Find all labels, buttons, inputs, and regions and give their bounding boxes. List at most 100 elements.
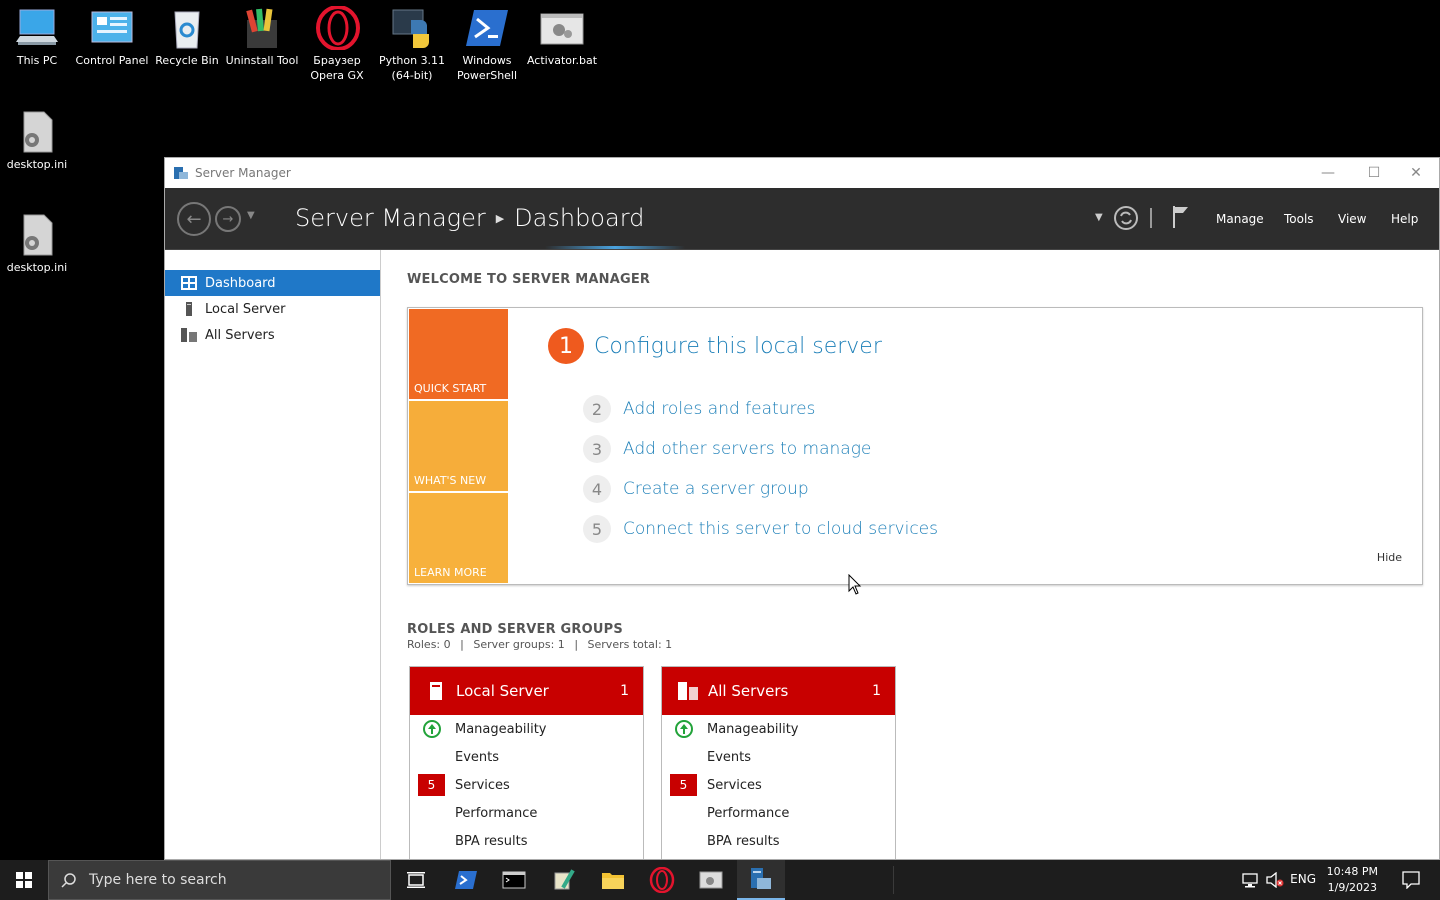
minimize-button[interactable]: — xyxy=(1305,158,1351,188)
network-icon[interactable] xyxy=(1242,872,1260,892)
card-row-manageability[interactable]: Manageability xyxy=(662,715,895,743)
server-icon xyxy=(181,302,197,316)
step-link[interactable]: Add other servers to manage xyxy=(623,439,871,459)
taskbar-opera-gx[interactable] xyxy=(638,860,686,900)
card-row-bpa-results[interactable]: BPA results xyxy=(410,827,643,855)
back-button[interactable]: ← xyxy=(177,202,211,236)
batch-file-icon xyxy=(539,6,585,50)
menu-view[interactable]: View xyxy=(1338,212,1366,226)
desktop-icon-control-panel[interactable]: Control Panel xyxy=(75,0,149,68)
desktop-icon-desktop-ini-2[interactable]: desktop.ini xyxy=(0,207,74,275)
welcome-panel: QUICK START WHAT'S NEW LEARN MORE 1 Conf… xyxy=(407,307,1423,585)
dashboard-icon xyxy=(181,276,197,290)
desktop-icon-opera-gx[interactable]: Браузер Opera GX xyxy=(300,0,374,83)
step-link[interactable]: Configure this local server xyxy=(594,334,882,359)
forward-button[interactable]: → xyxy=(215,206,241,232)
row-label: Manageability xyxy=(455,721,547,737)
sidebar-item-all-servers[interactable]: All Servers xyxy=(165,322,380,348)
status-ok-icon xyxy=(418,718,445,740)
card-row-events[interactable]: Events xyxy=(410,743,643,771)
menu-manage[interactable]: Manage xyxy=(1216,212,1264,226)
card-title: Local Server xyxy=(456,682,549,700)
tile-whats-new[interactable]: WHAT'S NEW xyxy=(409,401,508,491)
card-row-events[interactable]: Events xyxy=(662,743,895,771)
taskbar-search-box[interactable]: Type here to search xyxy=(48,860,391,900)
desktop-icon-recycle-bin[interactable]: Recycle Bin xyxy=(150,0,224,68)
step-create-group[interactable]: 4 Create a server group xyxy=(583,475,809,503)
row-label: Events xyxy=(455,749,500,765)
sidebar-item-dashboard[interactable]: Dashboard xyxy=(165,270,380,296)
taskbar-server-manager[interactable] xyxy=(737,860,785,900)
step-link[interactable]: Create a server group xyxy=(623,479,809,499)
server-icon xyxy=(426,682,446,700)
step-cloud-services[interactable]: 5 Connect this server to cloud services xyxy=(583,515,938,543)
step-link[interactable]: Connect this server to cloud services xyxy=(623,519,938,539)
menu-help[interactable]: Help xyxy=(1391,212,1418,226)
taskbar-powershell[interactable] xyxy=(442,860,490,900)
card-header[interactable]: All Servers 1 xyxy=(662,667,895,715)
breadcrumb-current: Dashboard xyxy=(514,204,645,232)
card-row-performance[interactable]: Performance xyxy=(662,799,895,827)
hide-link[interactable]: Hide xyxy=(1377,551,1402,564)
sidebar-item-local-server[interactable]: Local Server xyxy=(165,296,380,322)
breadcrumb-root[interactable]: Server Manager xyxy=(295,204,486,232)
start-button[interactable] xyxy=(0,860,48,900)
refresh-button[interactable] xyxy=(1113,205,1139,235)
powershell-icon xyxy=(464,6,510,50)
server-groups-count: Server groups: 1 xyxy=(473,638,565,651)
desktop-icon-powershell[interactable]: Windows PowerShell xyxy=(450,0,524,83)
step-add-roles[interactable]: 2 Add roles and features xyxy=(583,395,815,423)
card-row-manageability[interactable]: Manageability xyxy=(410,715,643,743)
dashboard-content: WELCOME TO SERVER MANAGER QUICK START WH… xyxy=(382,250,1439,859)
terminal-icon xyxy=(502,871,526,889)
servers-total-count: Servers total: 1 xyxy=(587,638,673,651)
title-bar[interactable]: Server Manager — ☐ ✕ xyxy=(165,158,1439,188)
card-row-services[interactable]: 5 Services xyxy=(410,771,643,799)
step-configure-local-server[interactable]: 1 Configure this local server xyxy=(548,328,882,364)
taskbar-command-prompt[interactable] xyxy=(490,860,538,900)
welcome-title: WELCOME TO SERVER MANAGER xyxy=(407,272,651,287)
desktop-icon-activator[interactable]: Activator.bat xyxy=(525,0,599,68)
desktop-icon-uninstall-tool[interactable]: Uninstall Tool xyxy=(225,0,299,68)
history-dropdown[interactable]: ▼ xyxy=(247,210,255,221)
desktop-icon-python[interactable]: Python 3.11 (64-bit) xyxy=(375,0,449,83)
card-count: 1 xyxy=(872,683,881,699)
desktop-icon-desktop-ini-1[interactable]: desktop.ini xyxy=(0,104,74,172)
settings-file-icon xyxy=(14,110,60,154)
alert-count-badge: 5 xyxy=(418,774,445,796)
desktop-icon-this-pc[interactable]: This PC xyxy=(0,0,74,68)
card-header[interactable]: Local Server 1 xyxy=(410,667,643,715)
card-row-bpa-results[interactable]: BPA results xyxy=(662,827,895,855)
step-number: 4 xyxy=(583,475,611,503)
taskbar-notepad[interactable] xyxy=(540,860,588,900)
refresh-dropdown[interactable]: ▼ xyxy=(1095,212,1103,223)
batch-file-icon xyxy=(699,871,723,889)
notifications-button[interactable] xyxy=(1171,204,1191,234)
folder-icon xyxy=(602,873,624,889)
maximize-button[interactable]: ☐ xyxy=(1351,158,1397,188)
window-title: Server Manager xyxy=(195,166,291,180)
action-center-button[interactable] xyxy=(1402,871,1420,893)
step-add-servers[interactable]: 3 Add other servers to manage xyxy=(583,435,871,463)
sidebar-item-label: Dashboard xyxy=(205,275,276,291)
card-row-performance[interactable]: Performance xyxy=(410,799,643,827)
task-view-button[interactable] xyxy=(392,860,440,900)
row-label: Events xyxy=(707,749,752,765)
step-number: 5 xyxy=(583,515,611,543)
taskbar-clock[interactable]: 10:48 PM 1/9/2023 xyxy=(1327,864,1378,896)
menu-tools[interactable]: Tools xyxy=(1284,212,1314,226)
tile-quick-start[interactable]: QUICK START xyxy=(409,309,508,399)
servers-icon xyxy=(678,682,698,700)
tile-learn-more[interactable]: LEARN MORE xyxy=(409,493,508,583)
card-all-servers[interactable]: All Servers 1 Manageability Events 5 Ser… xyxy=(661,666,896,859)
volume-muted-icon[interactable] xyxy=(1266,871,1284,892)
input-language-indicator[interactable]: ENG xyxy=(1290,872,1316,886)
step-link[interactable]: Add roles and features xyxy=(623,399,815,419)
card-row-services[interactable]: 5 Services xyxy=(662,771,895,799)
control-panel-icon xyxy=(89,6,135,50)
taskbar-file-explorer[interactable] xyxy=(589,860,637,900)
taskbar-activator[interactable] xyxy=(687,860,735,900)
card-local-server[interactable]: Local Server 1 Manageability Events 5 Se… xyxy=(409,666,644,859)
task-view-icon xyxy=(407,872,425,888)
close-button[interactable]: ✕ xyxy=(1393,158,1439,188)
